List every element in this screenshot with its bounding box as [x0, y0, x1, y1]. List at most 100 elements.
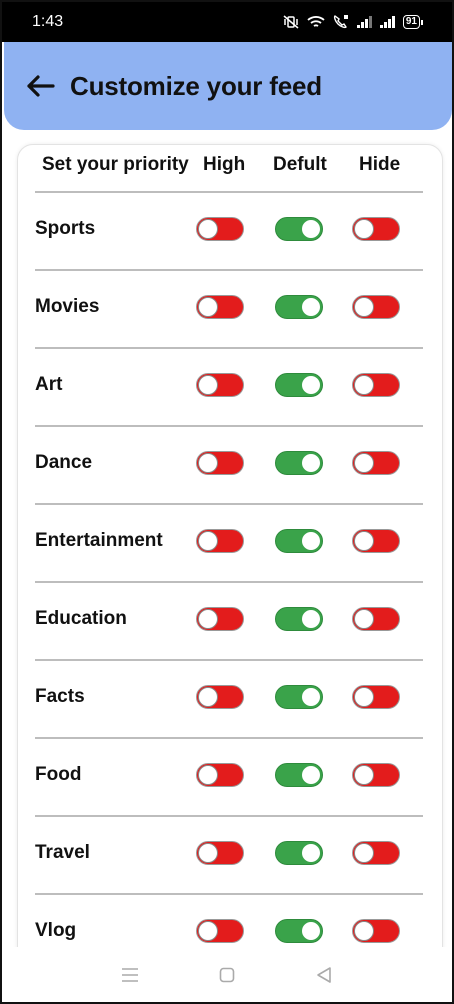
volte-call-icon — [332, 14, 350, 30]
toggle-knob — [354, 843, 374, 863]
default-toggle[interactable] — [275, 451, 323, 475]
hide-toggle[interactable] — [352, 217, 400, 241]
high-toggle[interactable] — [196, 529, 244, 553]
high-toggle[interactable] — [196, 607, 244, 631]
toggle-knob — [301, 765, 321, 785]
category-row: Dance — [18, 425, 442, 503]
hide-toggle[interactable] — [352, 373, 400, 397]
toggle-knob — [198, 375, 218, 395]
toggle-knob — [301, 843, 321, 863]
default-toggle[interactable] — [275, 217, 323, 241]
hide-toggle[interactable] — [352, 607, 400, 631]
default-toggle[interactable] — [275, 529, 323, 553]
toggle-knob — [301, 609, 321, 629]
default-toggle[interactable] — [275, 841, 323, 865]
menu-button[interactable] — [110, 955, 150, 995]
system-nav-bar — [2, 947, 452, 1002]
hide-toggle[interactable] — [352, 763, 400, 787]
toggle-knob — [354, 297, 374, 317]
toggle-knob — [354, 531, 374, 551]
toggle-knob — [354, 921, 374, 941]
high-toggle[interactable] — [196, 919, 244, 943]
category-row: Sports — [18, 191, 442, 269]
mute-vibrate-icon — [282, 14, 300, 30]
toggle-knob — [198, 921, 218, 941]
category-label: Facts — [35, 686, 85, 707]
phone-screen: 1:43 91 Customize your feed Set your pri… — [0, 0, 454, 1004]
category-label: Entertainment — [35, 530, 163, 551]
category-label: Sports — [35, 218, 96, 239]
default-toggle[interactable] — [275, 685, 323, 709]
priority-column-label: Set your priority — [42, 154, 189, 175]
home-square-icon — [219, 967, 235, 982]
hide-column-label: Hide — [359, 154, 401, 175]
hide-toggle[interactable] — [352, 295, 400, 319]
wifi-icon — [307, 15, 325, 29]
toggle-knob — [198, 609, 218, 629]
toggle-knob — [301, 921, 321, 941]
toggle-knob — [354, 687, 374, 707]
high-toggle[interactable] — [196, 763, 244, 787]
toggle-knob — [301, 531, 321, 551]
high-toggle[interactable] — [196, 451, 244, 475]
toggle-knob — [354, 609, 374, 629]
toggle-knob — [301, 687, 321, 707]
category-row: Movies — [18, 269, 442, 347]
category-label: Dance — [35, 452, 93, 473]
system-back-button[interactable] — [304, 955, 344, 995]
hide-toggle[interactable] — [352, 451, 400, 475]
back-triangle-icon — [316, 966, 331, 983]
signal-icon — [379, 16, 396, 28]
default-toggle[interactable] — [275, 373, 323, 397]
category-label: Travel — [35, 842, 90, 863]
category-label: Vlog — [35, 920, 77, 941]
toggle-knob — [354, 375, 374, 395]
status-time: 1:43 — [32, 13, 64, 30]
default-toggle[interactable] — [275, 919, 323, 943]
toggle-knob — [198, 453, 218, 473]
toggle-knob — [198, 297, 218, 317]
toggle-knob — [301, 375, 321, 395]
app-header: Customize your feed — [4, 42, 452, 130]
page-title: Customize your feed — [70, 70, 322, 101]
toggle-knob — [198, 219, 218, 239]
menu-icon — [122, 967, 139, 982]
arrow-left-icon — [27, 75, 55, 97]
toggle-knob — [354, 219, 374, 239]
toggle-knob — [354, 765, 374, 785]
battery-icon: 91 — [402, 15, 424, 29]
category-row: Travel — [18, 815, 442, 893]
column-header: Set your priority High Defult Hide — [18, 145, 442, 189]
hide-toggle[interactable] — [352, 685, 400, 709]
category-row: Entertainment — [18, 503, 442, 581]
toggle-knob — [198, 765, 218, 785]
category-row: Facts — [18, 659, 442, 737]
toggle-knob — [198, 843, 218, 863]
default-toggle[interactable] — [275, 295, 323, 319]
category-label: Education — [35, 608, 127, 629]
high-column-label: High — [203, 154, 246, 175]
home-button[interactable] — [207, 955, 247, 995]
back-button[interactable] — [22, 68, 58, 104]
high-toggle[interactable] — [196, 841, 244, 865]
toggle-knob — [301, 297, 321, 317]
status-icons: 91 — [282, 14, 424, 30]
category-row: Art — [18, 347, 442, 425]
hide-toggle[interactable] — [352, 919, 400, 943]
category-row: Education — [18, 581, 442, 659]
high-toggle[interactable] — [196, 217, 244, 241]
toggle-knob — [354, 453, 374, 473]
status-bar: 1:43 91 — [2, 2, 452, 42]
hide-toggle[interactable] — [352, 529, 400, 553]
hide-toggle[interactable] — [352, 841, 400, 865]
high-toggle[interactable] — [196, 295, 244, 319]
category-row: Food — [18, 737, 442, 815]
category-label: Movies — [35, 296, 100, 317]
default-toggle[interactable] — [275, 607, 323, 631]
toggle-knob — [301, 219, 321, 239]
high-toggle[interactable] — [196, 685, 244, 709]
default-column-label: Defult — [273, 154, 327, 175]
default-toggle[interactable] — [275, 763, 323, 787]
high-toggle[interactable] — [196, 373, 244, 397]
signal-icon — [356, 16, 373, 28]
